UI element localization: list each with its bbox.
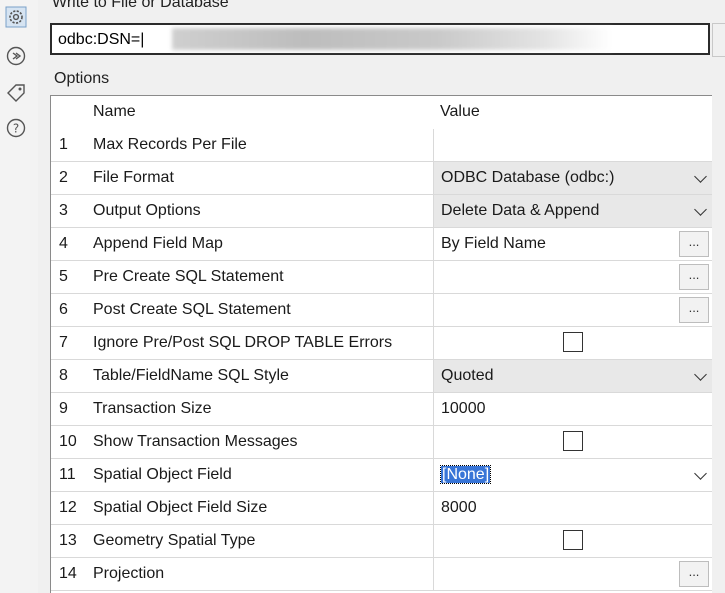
configuration-window: ? Write to File or Database odbc:DSN=| O… [0,0,725,593]
row-name: Ignore Pre/Post SQL DROP TABLE Errors [93,334,393,351]
table-row[interactable]: 8 Table/FieldName SQL Style Quoted [51,360,712,393]
spatial-object-field-select[interactable]: [None] [433,459,712,491]
svg-text:?: ? [13,122,19,136]
max-records-input[interactable] [433,129,712,161]
row-name: Table/FieldName SQL Style [93,367,289,384]
row-value: By Field Name [441,235,546,252]
header-value: Value [433,96,712,128]
table-row[interactable]: 1 Max Records Per File [51,129,712,162]
table-row[interactable]: 10 Show Transaction Messages [51,426,712,459]
row-value: ODBC Database (odbc:) [441,169,615,186]
table-row[interactable]: 12 Spatial Object Field Size 8000 [51,492,712,525]
row-number: 2 [59,169,68,186]
chevron-down-icon [694,368,707,381]
row-number: 4 [59,235,68,252]
row-value: Quoted [441,367,494,384]
projection-value: ... [433,558,712,590]
table-row[interactable]: 4 Append Field Map By Field Name ... [51,228,712,261]
config-panel: Write to File or Database odbc:DSN=| Opt… [38,0,725,593]
row-number: 8 [59,367,68,384]
header-name: Name [93,103,136,120]
table-row[interactable]: 14 Projection ... [51,558,712,591]
table-row[interactable]: 11 Spatial Object Field [None] [51,459,712,492]
pre-create-sql-button[interactable]: ... [679,264,709,290]
post-create-sql-value: ... [433,294,712,326]
row-number: 14 [59,565,77,582]
geometry-spatial-type-checkbox[interactable] [563,530,583,550]
table-row[interactable]: 2 File Format ODBC Database (odbc:) [51,162,712,195]
row-name: Output Options [93,202,201,219]
row-name: Geometry Spatial Type [93,532,256,549]
row-number: 5 [59,268,68,285]
row-name: Max Records Per File [93,136,247,153]
output-options-select[interactable]: Delete Data & Append [433,195,712,227]
row-value: 10000 [441,400,486,417]
table-row[interactable]: 7 Ignore Pre/Post SQL DROP TABLE Errors [51,327,712,360]
pre-create-sql-value: ... [433,261,712,293]
row-number: 13 [59,532,77,549]
show-transaction-messages-checkbox[interactable] [563,431,583,451]
table-row[interactable]: 9 Transaction Size 10000 [51,393,712,426]
row-number: 3 [59,202,68,219]
row-name: Post Create SQL Statement [93,301,291,318]
row-name: Pre Create SQL Statement [93,268,284,285]
row-number: 10 [59,433,77,450]
destination-input[interactable]: odbc:DSN=| [50,23,710,55]
redacted-connection-string [172,28,612,50]
row-value: Delete Data & Append [441,202,600,219]
geometry-spatial-type-cell [433,525,712,557]
transaction-size-input[interactable]: 10000 [433,393,712,425]
ignore-drop-errors-checkbox[interactable] [563,332,583,352]
row-name: Show Transaction Messages [93,433,298,450]
table-row[interactable]: 13 Geometry Spatial Type [51,525,712,558]
options-label: Options [54,70,110,87]
destination-label: Write to File or Database [52,0,229,11]
destination-value: odbc:DSN=| [58,31,145,48]
file-format-select[interactable]: ODBC Database (odbc:) [433,162,712,194]
append-field-map-value: By Field Name ... [433,228,712,260]
row-number: 12 [59,499,77,516]
arrow-circle-icon[interactable] [5,45,27,67]
selected-value: [None] [439,465,492,484]
row-name: Spatial Object Field [93,466,232,483]
gear-icon[interactable] [5,6,27,28]
row-value: 8000 [441,499,477,516]
append-field-map-button[interactable]: ... [679,231,709,257]
post-create-sql-button[interactable]: ... [679,297,709,323]
chevron-down-icon [694,170,707,183]
row-number: 9 [59,400,68,417]
chevron-down-icon [694,467,707,480]
row-name: Transaction Size [93,400,212,417]
row-number: 11 [59,466,76,483]
row-name: Append Field Map [93,235,223,252]
row-number: 6 [59,301,68,318]
header-value-label: Value [440,103,480,120]
table-row[interactable]: 6 Post Create SQL Statement ... [51,294,712,327]
ignore-drop-errors-cell [433,327,712,359]
tag-icon[interactable] [5,82,27,104]
table-row[interactable]: 3 Output Options Delete Data & Append [51,195,712,228]
spatial-field-size-input[interactable]: 8000 [433,492,712,524]
config-icon-rail: ? [0,0,38,593]
row-number: 7 [59,334,68,351]
show-transaction-messages-cell [433,426,712,458]
projection-button[interactable]: ... [679,561,709,587]
sql-style-select[interactable]: Quoted [433,360,712,392]
row-value: [None] [439,459,492,491]
row-name: File Format [93,169,174,186]
grid-header: Name Value [51,96,712,129]
table-row[interactable]: 5 Pre Create SQL Statement ... [51,261,712,294]
options-grid: Name Value 1 Max Records Per File 2 File… [50,95,712,593]
destination-dropdown-button[interactable] [712,23,725,57]
row-name: Projection [93,565,165,582]
row-name: Spatial Object Field Size [93,499,268,516]
help-icon[interactable]: ? [5,117,27,139]
row-number: 1 [59,136,68,153]
chevron-down-icon [694,203,707,216]
